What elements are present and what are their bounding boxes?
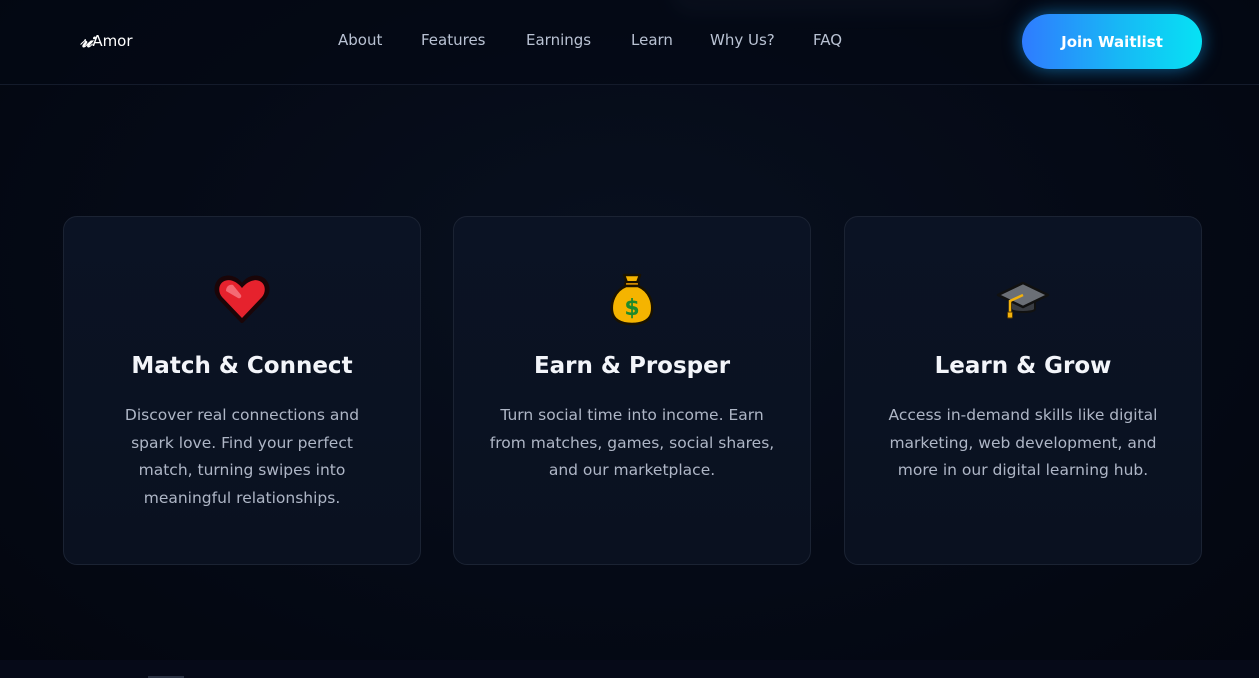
graduation-cap-icon	[995, 271, 1051, 327]
nav-link-earnings[interactable]: Earnings	[526, 31, 631, 49]
svg-text:$: $	[624, 296, 639, 321]
card-description: Access in-demand skills like digital mar…	[888, 406, 1158, 479]
card-description: Turn social time into income. Earn from …	[489, 406, 775, 479]
card-description: Discover real connections and spark love…	[124, 406, 360, 507]
nav-link-why-us[interactable]: Why Us?	[710, 31, 813, 49]
next-section-edge	[0, 660, 1259, 678]
logo[interactable]: 𝓇𝒾 Amor	[80, 30, 133, 52]
money-bag-icon: $	[604, 271, 660, 327]
nav-link-faq[interactable]: FAQ	[813, 31, 853, 49]
card-title: Learn & Grow	[934, 353, 1112, 379]
nav-link-learn[interactable]: Learn	[631, 31, 710, 49]
logo-mark: 𝓇𝒾	[80, 30, 92, 52]
site-header: 𝓇𝒾 Amor About Features Earnings Learn Wh…	[0, 0, 1259, 85]
feature-card-match: Match & Connect Discover real connection…	[63, 216, 421, 565]
heart-icon	[214, 271, 270, 327]
feature-card-learn: Learn & Grow Access in-demand skills lik…	[844, 216, 1202, 565]
join-waitlist-button[interactable]: Join Waitlist	[1022, 14, 1202, 69]
page: 𝓇𝒾 Amor About Features Earnings Learn Wh…	[0, 0, 1259, 678]
nav-link-about[interactable]: About	[338, 31, 421, 49]
main-nav: About Features Earnings Learn Why Us? FA…	[338, 31, 853, 49]
nav-link-features[interactable]: Features	[421, 31, 526, 49]
card-title: Earn & Prosper	[533, 353, 731, 379]
card-title: Match & Connect	[131, 353, 353, 379]
feature-card-earn: $ Earn & Prosper Turn social time into i…	[453, 216, 811, 565]
logo-text: Amor	[92, 32, 133, 50]
